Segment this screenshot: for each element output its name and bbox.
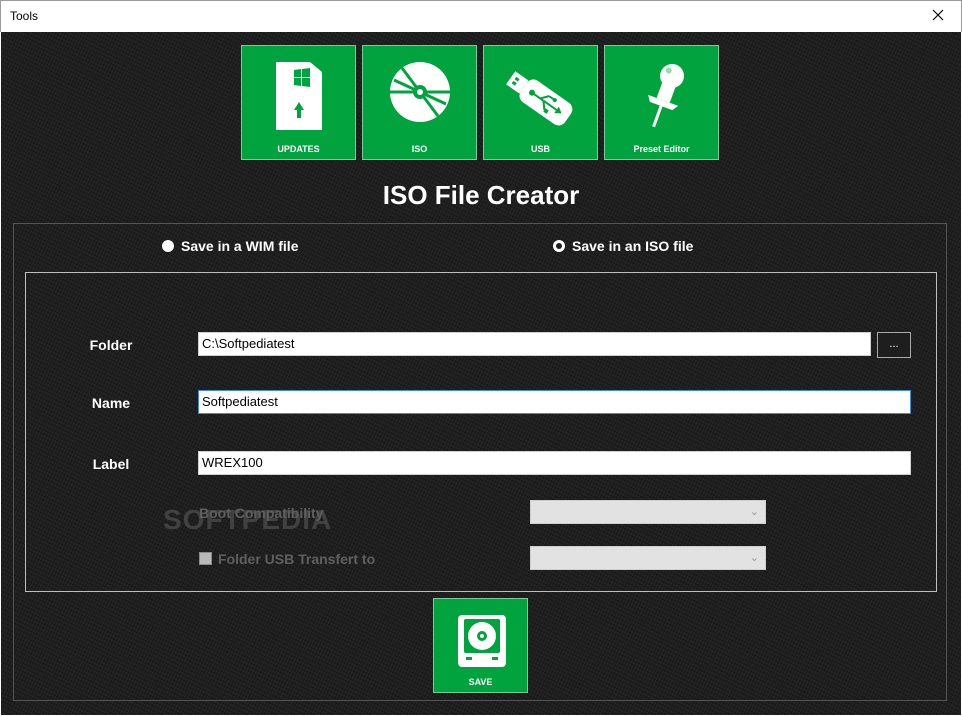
- close-icon: [932, 8, 944, 26]
- radio-button-selected[interactable]: [553, 240, 565, 252]
- label-input[interactable]: WREX100: [198, 451, 911, 475]
- updates-tile[interactable]: UPDATES: [241, 45, 356, 160]
- label-label: Label: [92, 456, 130, 472]
- boot-compatibility-select[interactable]: ⌄: [530, 500, 766, 524]
- folder-label: Folder: [89, 337, 133, 353]
- folder-usb-transfer-checkbox[interactable]: [199, 552, 212, 565]
- form-panel: [25, 272, 937, 592]
- iso-tile[interactable]: ISO: [362, 45, 477, 160]
- save-wim-radio[interactable]: Save in a WIM file: [162, 238, 298, 254]
- iso-tile-label: ISO: [411, 144, 428, 154]
- boot-compatibility-label: Boot Compatibility: [199, 505, 324, 521]
- folder-input[interactable]: C:\Softpediatest: [198, 332, 871, 356]
- name-label: Name: [91, 395, 131, 411]
- title-bar: Tools: [0, 0, 962, 32]
- usb-tile-label: USB: [530, 144, 550, 154]
- preset-editor-tile[interactable]: Preset Editor: [604, 45, 719, 160]
- pushpin-icon: [648, 63, 685, 128]
- folder-usb-transfer-label: Folder USB Transfert to: [218, 551, 376, 567]
- name-input[interactable]: Softpediatest: [198, 390, 911, 414]
- save-wim-label: Save in a WIM file: [181, 238, 299, 254]
- usb-drive-icon: [506, 71, 573, 126]
- page-title: ISO File Creator: [382, 180, 580, 210]
- updates-tile-label: UPDATES: [277, 144, 320, 154]
- disc-icon: [390, 62, 450, 122]
- windows-sd-card-update-icon: [276, 62, 322, 130]
- hard-disk-icon: [458, 615, 506, 667]
- save-button-label: SAVE: [468, 677, 493, 687]
- usb-tile[interactable]: USB: [483, 45, 598, 160]
- usb-transfer-select[interactable]: ⌄: [530, 546, 766, 570]
- radio-button[interactable]: [162, 240, 174, 252]
- save-iso-radio[interactable]: Save in an ISO file: [553, 238, 693, 254]
- window-title: Tools: [10, 9, 39, 23]
- tools-content: UPDATES ISO USB Preset Editor ISO File C…: [1, 32, 961, 715]
- close-button[interactable]: [915, 1, 961, 32]
- chevron-down-icon: ⌄: [749, 506, 759, 518]
- save-button[interactable]: SAVE: [433, 598, 528, 693]
- preset-editor-tile-label: Preset Editor: [633, 144, 690, 154]
- save-iso-label: Save in an ISO file: [572, 238, 694, 254]
- chevron-down-icon: ⌄: [749, 552, 759, 564]
- browse-button[interactable]: ...: [877, 332, 911, 358]
